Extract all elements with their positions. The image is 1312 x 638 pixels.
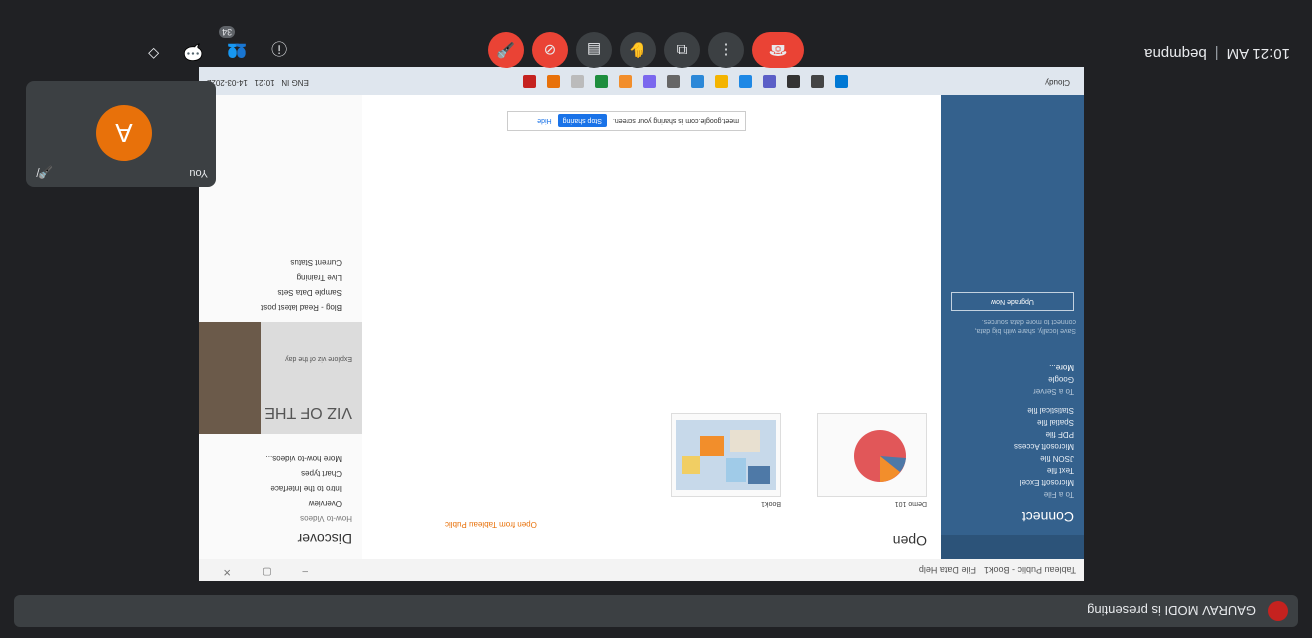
camera-off-button[interactable]: ⊘ <box>532 32 568 68</box>
workbook-thumbnails: Demo 101 Book1 <box>671 413 927 507</box>
sample-data-link[interactable]: Sample Data Sets <box>199 288 342 297</box>
workbook-thumb-book1[interactable]: Book1 <box>671 413 781 507</box>
connect-statistical[interactable]: Statistical file <box>941 406 1074 415</box>
participant-count: 34 <box>219 26 236 38</box>
live-training-link[interactable]: Live Training <box>199 273 342 282</box>
how-to-videos-label: How-to Videos <box>300 514 352 523</box>
thumb-caption: Book1 <box>761 500 781 507</box>
muted-mic-icon: 🎤̸ <box>38 165 53 179</box>
tableau-title: Tableau Public - Book1 <box>983 565 1076 575</box>
viz-of-the-day[interactable]: VIZ OF THE DAY Explore viz of the day <box>199 322 362 434</box>
meeting-time: 10:21 AM <box>1226 45 1290 62</box>
presenting-banner: GAURAV MODI is presenting <box>14 595 1298 627</box>
viz-subtitle: Explore viz of the day <box>285 355 352 362</box>
pie-chart-thumb <box>817 413 927 497</box>
connect-excel[interactable]: Microsoft Excel <box>941 478 1074 487</box>
connect-more[interactable]: More... <box>941 363 1074 372</box>
workbook-thumb-demo[interactable]: Demo 101 <box>817 413 927 507</box>
video-chart-types[interactable]: Chart types <box>199 469 342 478</box>
discover-heading: Discover <box>297 531 352 547</box>
current-status-link[interactable]: Current Status <box>199 258 342 267</box>
open-heading: Open <box>892 533 927 549</box>
raise-hand-button[interactable]: ✋ <box>620 32 656 68</box>
presenter-avatar <box>1268 601 1288 621</box>
thumb-caption: Demo 101 <box>894 500 927 507</box>
upgrade-button[interactable]: Upgrade Now <box>951 291 1074 311</box>
viz-image <box>199 322 261 434</box>
captions-button[interactable]: ▤ <box>576 32 612 68</box>
window-buttons[interactable]: – ▢ ✕ <box>209 566 308 577</box>
screen-share-banner: meet.google.com is sharing your screen. … <box>507 111 746 131</box>
screen-root: GAURAV MODI is presenting Tableau Public… <box>0 0 1312 638</box>
connect-access[interactable]: Microsoft Access <box>941 442 1074 451</box>
connect-json[interactable]: JSON file <box>941 454 1074 463</box>
chat-icon[interactable]: 💬 <box>183 38 203 62</box>
activities-icon[interactable]: ⬦ <box>148 38 159 62</box>
side-panel-icons: ⓘ 👥 34 💬 ⬦ <box>148 26 287 62</box>
connect-text[interactable]: Text file <box>941 466 1074 475</box>
connect-spatial[interactable]: Spatial file <box>941 418 1074 427</box>
meeting-info: 10:21 AM|beqmpna <box>1144 45 1290 62</box>
blog-link[interactable]: Blog - Read latest post <box>199 303 342 312</box>
shared-screen: Tableau Public - Book1 File Data Help – … <box>199 67 1084 581</box>
present-now-button[interactable]: ⧉ <box>664 32 700 68</box>
call-controls: ☎ ⋮ ⧉ ✋ ▤ ⊘ 🎤 <box>488 32 804 68</box>
self-label: You <box>189 167 208 179</box>
connect-pane: Connect To a File Microsoft Excel Text f… <box>941 95 1084 559</box>
map-icon <box>676 420 776 490</box>
stop-sharing-button[interactable]: Stop sharing <box>557 114 607 128</box>
end-call-button[interactable]: ☎ <box>752 32 804 68</box>
to-a-server-label: To a Server <box>1033 387 1074 396</box>
tableau-titlebar: Tableau Public - Book1 File Data Help – … <box>199 559 1084 581</box>
share-message: meet.google.com is sharing your screen. <box>612 117 739 125</box>
info-icon[interactable]: ⓘ <box>271 38 287 62</box>
upgrade-hint: Save locally, share with big data, conne… <box>974 317 1076 334</box>
map-thumb <box>671 413 781 497</box>
to-a-file-label: To a File <box>1043 490 1074 499</box>
people-icon[interactable]: 👥 34 <box>219 26 247 62</box>
connect-header <box>941 535 1084 559</box>
more-options-button[interactable]: ⋮ <box>708 32 744 68</box>
connect-heading: Connect <box>1021 509 1074 525</box>
discover-pane: Discover How-to Videos Overview Intro to… <box>199 95 362 559</box>
self-avatar: A <box>96 105 152 161</box>
mic-off-button[interactable]: 🎤 <box>488 32 524 68</box>
video-more[interactable]: More how-to videos... <box>199 454 342 463</box>
open-from-public-link[interactable]: Open from Tableau Public <box>445 520 537 529</box>
pie-chart-icon <box>854 430 906 482</box>
meet-control-bar: 10:21 AM|beqmpna ☎ ⋮ ⧉ ✋ ▤ ⊘ 🎤 ⓘ 👥 34 💬 ⬦ <box>0 0 1312 84</box>
open-area: Open Open from Tableau Public Demo 101 B… <box>431 95 941 559</box>
video-interface[interactable]: Intro to the Interface <box>199 484 342 493</box>
hide-button[interactable]: Hide <box>537 118 551 125</box>
tableau-menu[interactable]: File Data Help <box>919 565 976 575</box>
presenter-label: GAURAV MODI is presenting <box>1087 603 1256 619</box>
connect-pdf[interactable]: PDF file <box>941 430 1074 439</box>
self-video-tile[interactable]: You 🎤̸ A <box>26 81 216 187</box>
video-overview[interactable]: Overview <box>199 499 342 508</box>
connect-google[interactable]: Google <box>941 375 1074 384</box>
meeting-code: beqmpna <box>1144 45 1207 62</box>
